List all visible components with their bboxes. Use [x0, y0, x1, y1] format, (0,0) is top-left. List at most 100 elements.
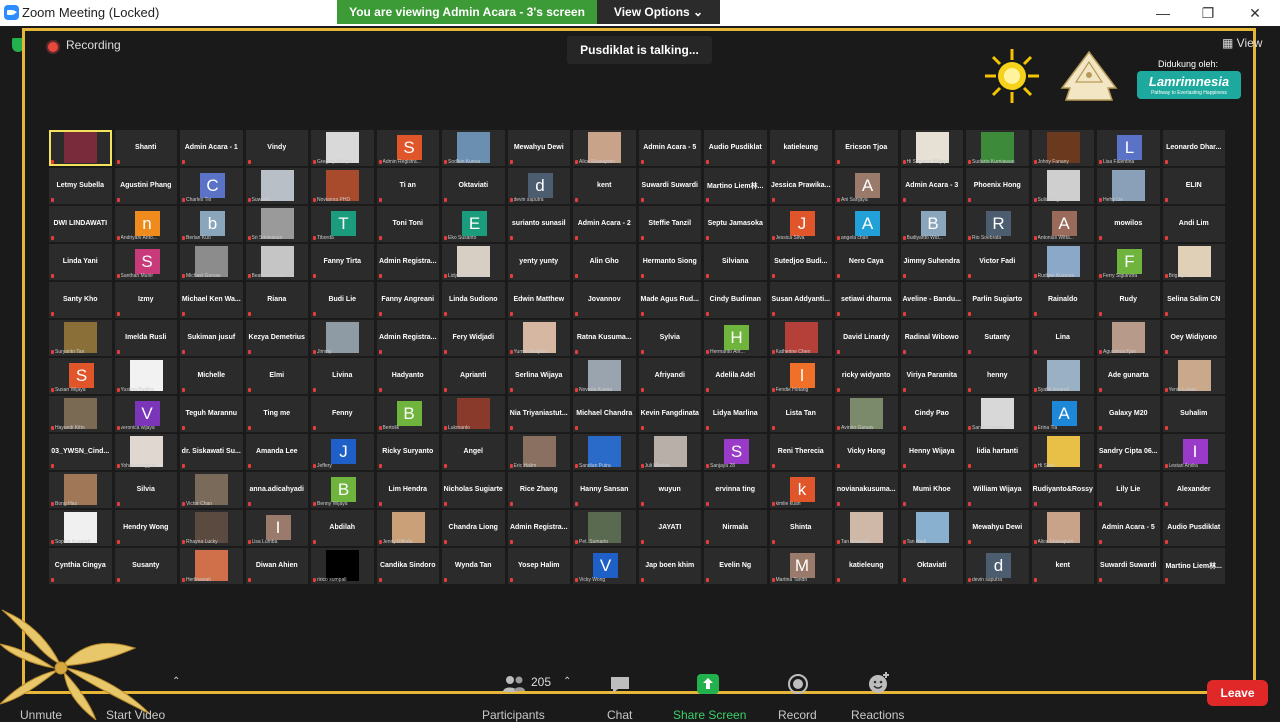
participant-tile[interactable]: Viriya Paramita	[900, 358, 963, 394]
participant-tile[interactable]: n Andriyani Anto...	[114, 206, 177, 242]
participant-tile[interactable]: Shanti	[114, 130, 177, 166]
participant-tile[interactable]: katieleung	[835, 548, 898, 584]
participant-tile[interactable]: B Budiyanto Wid...	[900, 206, 963, 242]
participant-tile[interactable]: Agustini Phang	[114, 168, 177, 204]
participant-tile[interactable]: Sylvia	[638, 320, 701, 356]
participant-tile[interactable]: Herlinawati	[180, 548, 243, 584]
participant-tile[interactable]: Agustinus Tjan	[1097, 320, 1160, 356]
participant-tile[interactable]: H Hermanto Ant...	[704, 320, 767, 356]
participant-tile[interactable]: Sudarto Kurniawan	[966, 130, 1029, 166]
participant-tile[interactable]: ELIN	[1162, 168, 1225, 204]
participant-tile[interactable]: Victor Fadi	[966, 244, 1029, 280]
participant-tile[interactable]: Serlina Wijaya	[507, 358, 570, 394]
participant-tile[interactable]: Yenie Lonan	[1162, 358, 1225, 394]
share-screen-icon[interactable]	[696, 673, 720, 695]
participant-tile[interactable]: Michael Ken Wa...	[180, 282, 243, 318]
participant-tile[interactable]: Hi Sindi	[1031, 434, 1094, 470]
participant-tile[interactable]: Nicholas Sugiarte	[442, 472, 505, 508]
participant-tile[interactable]: Silvia	[114, 472, 177, 508]
participant-tile[interactable]: Alice Ekasaputri	[573, 130, 636, 166]
participant-tile[interactable]: Yohana Anggrei	[114, 434, 177, 470]
leave-button[interactable]: Leave	[1207, 680, 1268, 706]
participant-tile[interactable]: Santy Kho	[49, 282, 112, 318]
participant-tile[interactable]: novianakusuma...	[835, 472, 898, 508]
participant-tile[interactable]: Kezya Demetrius	[245, 320, 308, 356]
participant-tile[interactable]: wuyun	[638, 472, 701, 508]
participant-tile[interactable]: Sulistio Ig. Pr...	[1031, 168, 1094, 204]
participant-tile[interactable]: b Berlan Kuo	[180, 206, 243, 242]
participant-tile[interactable]: Rudy	[1097, 282, 1160, 318]
participant-tile[interactable]: Parlin Sugiarto	[966, 282, 1029, 318]
participant-tile[interactable]: Henny Wijaya	[900, 434, 963, 470]
chat-icon[interactable]	[609, 675, 631, 695]
participant-tile[interactable]: Hi Sugiarto Witjaya	[900, 130, 963, 166]
participant-tile[interactable]: Michael Chandra	[573, 396, 636, 432]
participant-tile[interactable]: 03_YWSN_Cind...	[49, 434, 112, 470]
participant-tile[interactable]: Beatrice Lowu	[245, 244, 308, 280]
participant-tile[interactable]: Hefry Lie	[1097, 168, 1160, 204]
participant-tile[interactable]: Aveline - Bandu...	[900, 282, 963, 318]
participant-tile[interactable]: Brig Tjie	[1162, 244, 1225, 280]
participant-tile[interactable]: Alice Ekasaputri	[1031, 510, 1094, 546]
participant-tile[interactable]: Michelle	[180, 358, 243, 394]
participant-tile[interactable]: Yumin Taniyoto	[507, 320, 570, 356]
participant-tile[interactable]: E Eko Susanto	[442, 206, 505, 242]
participant-tile[interactable]: Hendry Wong	[114, 510, 177, 546]
participant-tile[interactable]: Alin Gho	[573, 244, 636, 280]
participant-tile[interactable]: Katherine Chen	[769, 320, 832, 356]
participant-tile[interactable]: Sutedjoo Budi...	[769, 244, 832, 280]
participant-tile[interactable]: Sutanty	[966, 320, 1029, 356]
participant-tile[interactable]: Linda Sudiono	[442, 282, 505, 318]
participant-tile[interactable]: Sophia Kusnadi	[49, 510, 112, 546]
participant-tile[interactable]: Ting me	[245, 396, 308, 432]
participant-tile[interactable]: ervinna ting	[704, 472, 767, 508]
participant-tile[interactable]: Galaxy M20	[1097, 396, 1160, 432]
participant-tile[interactable]: Lily Lie	[1097, 472, 1160, 508]
participant-tile[interactable]: Johny Fanany	[1031, 130, 1094, 166]
participant-tile[interactable]: Novaria Kurnia	[573, 358, 636, 394]
participant-tile[interactable]: Ade gunarta	[1097, 358, 1160, 394]
participant-tile[interactable]: Jessica Prawika...	[769, 168, 832, 204]
participant-tile[interactable]: L Lisa Falentina	[1097, 130, 1160, 166]
participant-tile[interactable]: Amanda Lee	[245, 434, 308, 470]
restore-button[interactable]: ❐	[1188, 2, 1228, 24]
participant-tile[interactable]: Jovannov	[573, 282, 636, 318]
participant-tile[interactable]: Aprianti	[442, 358, 505, 394]
participant-tile[interactable]: Fanny Tirta	[311, 244, 374, 280]
participant-tile[interactable]: Lim Hendra	[376, 472, 439, 508]
participant-tile[interactable]: Audio Pusdiklat	[1162, 510, 1225, 546]
participant-tile[interactable]: anna.adicahyadi	[245, 472, 308, 508]
participant-tile[interactable]: Syafril Isnandi	[1031, 358, 1094, 394]
participant-tile[interactable]: Ratna Kusuma...	[573, 320, 636, 356]
participants-icon[interactable]	[502, 674, 526, 694]
participant-tile[interactable]: S Admin Registra...	[376, 130, 439, 166]
participant-tile[interactable]: Vicky Hong	[835, 434, 898, 470]
participant-tile[interactable]: Izmy	[114, 282, 177, 318]
participant-tile[interactable]: Cynthia Cingya	[49, 548, 112, 584]
participant-tile[interactable]: Gregory Wuzpo	[311, 130, 374, 166]
participant-tile[interactable]	[49, 130, 112, 166]
participant-tile[interactable]: Lidya Kurniawan	[442, 244, 505, 280]
participant-tile[interactable]: Afriyandi	[638, 358, 701, 394]
participant-tile[interactable]: Martino Liem林...	[1162, 548, 1225, 584]
participant-tile[interactable]: Michael Gunaw	[180, 244, 243, 280]
participant-tile[interactable]: Nia Triyaniastut...	[507, 396, 570, 432]
participant-tile[interactable]: Linda Yani	[49, 244, 112, 280]
participant-tile[interactable]: Juli Manian	[638, 434, 701, 470]
participant-tile[interactable]: Andi Lim	[1162, 206, 1225, 242]
participant-tile[interactable]: Sodikin Kumar	[442, 130, 505, 166]
participant-tile[interactable]: Lista Tan	[769, 396, 832, 432]
participant-tile[interactable]: F Ferry Sigiandra	[1097, 244, 1160, 280]
participant-tile[interactable]: yenty yunty	[507, 244, 570, 280]
participant-tile[interactable]: ricky widyanto	[835, 358, 898, 394]
participant-tile[interactable]: Jimmy	[311, 320, 374, 356]
view-button[interactable]: ▦ View	[1222, 36, 1262, 50]
participant-tile[interactable]: T Tiborda	[311, 206, 374, 242]
participant-tile[interactable]: Jap boen khim	[638, 548, 701, 584]
participants-chevron-icon[interactable]: ⌃	[563, 676, 571, 687]
participant-tile[interactable]: Cindy Pao	[900, 396, 963, 432]
participant-tile[interactable]: surianto sunasil	[507, 206, 570, 242]
participant-tile[interactable]: Fery Widjadi	[442, 320, 505, 356]
participant-tile[interactable]: Aangela chan	[835, 206, 898, 242]
participant-tile[interactable]: kent	[1031, 548, 1094, 584]
